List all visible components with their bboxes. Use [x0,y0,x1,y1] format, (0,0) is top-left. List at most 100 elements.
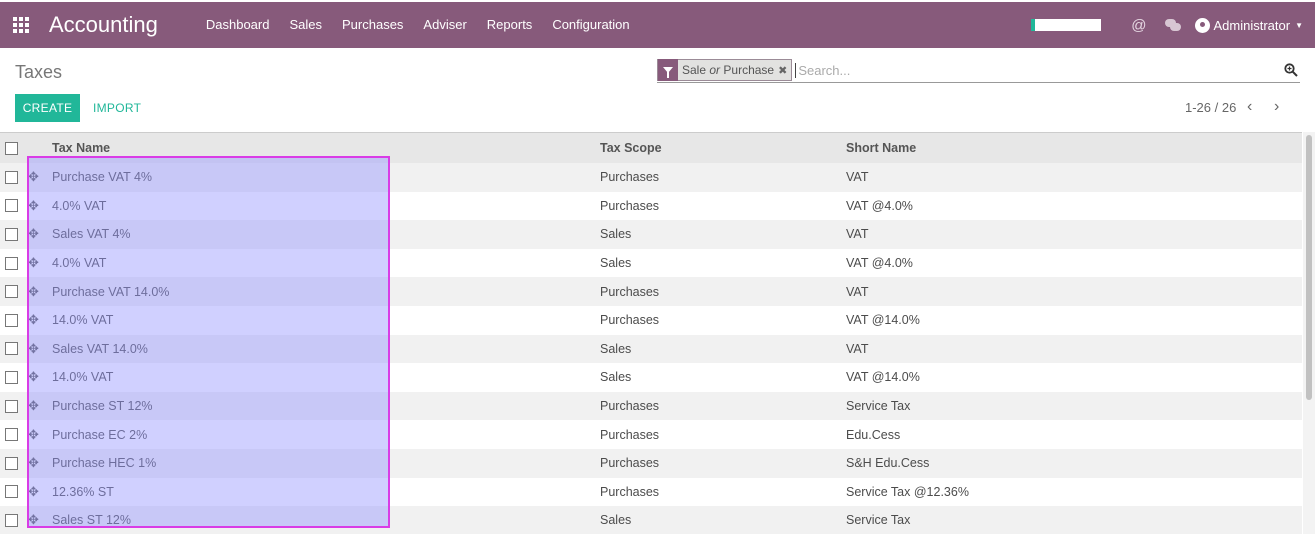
column-header-tax-scope[interactable]: Tax Scope [600,141,662,155]
row-checkbox[interactable] [5,199,18,213]
tax-scope-cell: Sales [600,370,632,385]
taxes-list: Tax Name Tax Scope Short Name ✥ Purchase … [0,132,1302,534]
navbar-right: @ Administrator ▼ [1031,17,1303,34]
table-row[interactable]: ✥ Sales VAT 14.0% Sales VAT [0,334,1302,364]
magnifier-icon[interactable] [1284,63,1298,77]
row-checkbox[interactable] [5,456,18,470]
funnel-icon [658,59,678,81]
row-checkbox[interactable] [5,285,18,299]
row-checkbox[interactable] [5,485,18,499]
drag-handle-icon[interactable]: ✥ [28,341,42,357]
tax-name-cell: Sales ST 12% [52,513,131,528]
column-header-short-name[interactable]: Short Name [846,141,916,155]
short-name-cell: VAT [846,227,869,242]
menu-item-configuration[interactable]: Configuration [542,2,639,48]
table-row[interactable]: ✥ Sales ST 12% Sales Service Tax [0,506,1302,534]
drag-handle-icon[interactable]: ✥ [28,455,42,471]
table-row[interactable]: ✥ Purchase EC 2% Purchases Edu.Cess [0,420,1302,449]
menu-item-reports[interactable]: Reports [477,2,543,48]
short-name-cell: VAT @14.0% [846,313,920,328]
tax-scope-cell: Sales [600,256,632,271]
table-row[interactable]: ✥ Purchase HEC 1% Purchases S&H Edu.Cess [0,448,1302,478]
tax-name-cell: Sales VAT 4% [52,227,131,242]
tax-scope-cell: Purchases [600,170,660,185]
table-row[interactable]: ✥ Purchase ST 12% Purchases Service Tax [0,391,1302,421]
table-row[interactable]: ✥ 4.0% VAT Purchases VAT @4.0% [0,191,1302,221]
tax-scope-cell: Sales [600,341,632,356]
row-checkbox[interactable] [5,170,18,184]
drag-handle-icon[interactable]: ✥ [28,255,42,271]
avatar[interactable] [1194,17,1210,33]
pager-value[interactable]: 1-26 / 26 [1185,100,1236,115]
row-checkbox[interactable] [5,313,18,327]
create-button[interactable]: CREATE [15,94,80,122]
drag-handle-icon[interactable]: ✥ [28,398,42,414]
short-name-cell: S&H Edu.Cess [846,456,930,471]
drag-handle-icon[interactable]: ✥ [28,169,42,185]
tax-name-cell: Purchase ST 12% [52,399,153,414]
drag-handle-icon[interactable]: ✥ [28,512,42,528]
tax-scope-cell: Purchases [600,198,660,213]
menu-item-purchases[interactable]: Purchases [332,2,413,48]
row-checkbox[interactable] [5,342,18,356]
tax-name-cell: Sales VAT 14.0% [52,341,148,356]
menu-item-sales[interactable]: Sales [279,2,332,48]
short-name-cell: VAT [846,170,869,185]
caret-down-icon[interactable]: ▼ [1295,21,1303,30]
row-checkbox[interactable] [5,399,18,413]
short-name-cell: VAT @4.0% [846,256,913,271]
menu-item-adviser[interactable]: Adviser [413,2,476,48]
tax-scope-cell: Purchases [600,456,660,471]
import-button[interactable]: IMPORT [93,101,141,115]
pager-next-icon[interactable]: › [1274,98,1279,116]
drag-handle-icon[interactable]: ✥ [28,427,42,443]
at-icon[interactable]: @ [1131,17,1146,34]
tax-scope-cell: Purchases [600,399,660,414]
tax-name-cell: Purchase VAT 14.0% [52,284,170,299]
drag-handle-icon[interactable]: ✥ [28,484,42,500]
row-checkbox[interactable] [5,256,18,270]
search-bar: Sale or Purchase ✖ [657,58,1300,83]
tax-name-cell: 14.0% VAT [52,313,114,328]
short-name-cell: Service Tax @12.36% [846,484,969,499]
app-title[interactable]: Accounting [49,12,158,38]
table-row[interactable]: ✥ 14.0% VAT Purchases VAT @14.0% [0,305,1302,335]
user-menu[interactable]: Administrator [1214,18,1291,33]
short-name-cell: VAT [846,284,869,299]
short-name-cell: VAT [846,341,869,356]
scrollbar-thumb[interactable] [1306,135,1312,400]
tax-name-cell: Purchase EC 2% [52,427,148,442]
row-checkbox[interactable] [5,428,18,442]
menu-item-dashboard[interactable]: Dashboard [196,2,280,48]
table-row[interactable]: ✥ 14.0% VAT Sales VAT @14.0% [0,363,1302,392]
drag-handle-icon[interactable]: ✥ [28,312,42,328]
row-checkbox[interactable] [5,513,18,527]
apps-grid-icon[interactable] [13,17,31,33]
table-row[interactable]: ✥ Purchase VAT 4% Purchases VAT [0,163,1302,192]
scrollbar[interactable] [1303,132,1315,534]
short-name-cell: Service Tax [846,513,911,528]
chat-icon[interactable] [1164,19,1181,31]
tax-scope-cell: Sales [600,227,632,242]
table-row[interactable]: ✥ 12.36% ST Purchases Service Tax @12.36% [0,477,1302,507]
pager-previous-icon[interactable]: ‹ [1247,98,1252,116]
select-all-checkbox[interactable] [5,141,18,155]
drag-handle-icon[interactable]: ✥ [28,369,42,385]
facet-remove-icon[interactable]: ✖ [778,64,791,77]
row-checkbox[interactable] [5,227,18,241]
table-row[interactable]: ✥ Sales VAT 4% Sales VAT [0,220,1302,249]
drag-handle-icon[interactable]: ✥ [28,198,42,214]
tax-name-cell: 12.36% ST [52,484,114,499]
drag-handle-icon[interactable]: ✥ [28,284,42,300]
drag-handle-icon[interactable]: ✥ [28,226,42,242]
column-header-tax-name[interactable]: Tax Name [52,141,110,155]
row-checkbox[interactable] [5,370,18,384]
tax-name-cell: 4.0% VAT [52,198,107,213]
top-navbar: Accounting Dashboard Sales Purchases Adv… [0,2,1315,48]
tax-scope-cell: Purchases [600,313,660,328]
search-facet[interactable]: Sale or Purchase ✖ [657,59,793,81]
table-row[interactable]: ✥ 4.0% VAT Sales VAT @4.0% [0,248,1302,278]
table-row[interactable]: ✥ Purchase VAT 14.0% Purchases VAT [0,277,1302,306]
search-input[interactable] [795,62,1266,78]
tax-name-cell: 4.0% VAT [52,256,107,271]
